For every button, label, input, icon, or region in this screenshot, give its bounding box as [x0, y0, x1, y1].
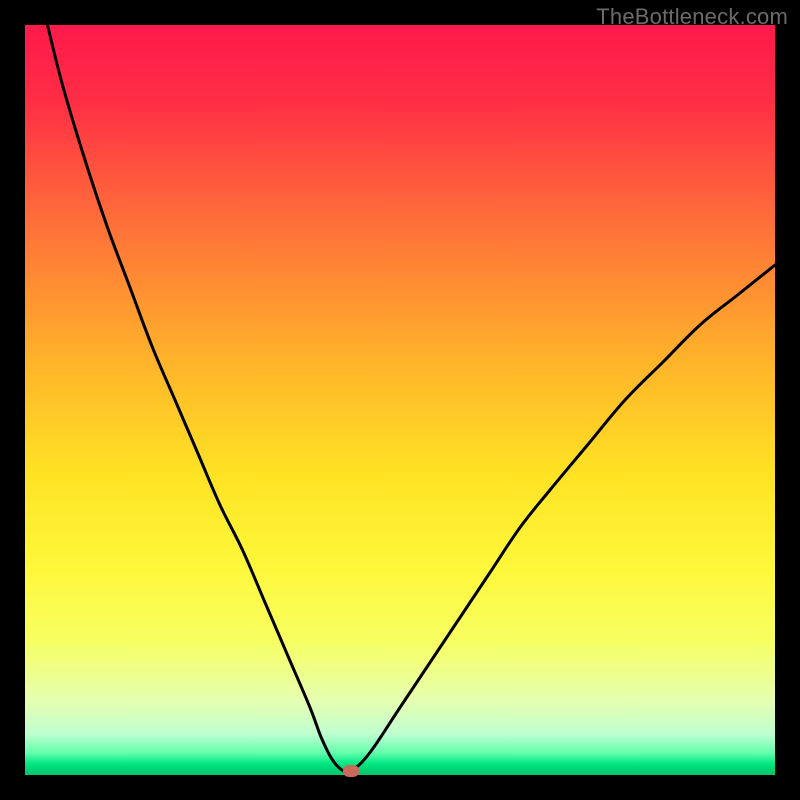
curve-layer [25, 25, 775, 775]
minimum-marker [343, 765, 359, 777]
plot-frame [25, 25, 775, 775]
plot-area [25, 25, 775, 775]
bottleneck-curve [48, 25, 776, 773]
watermark-text: TheBottleneck.com [596, 4, 788, 30]
